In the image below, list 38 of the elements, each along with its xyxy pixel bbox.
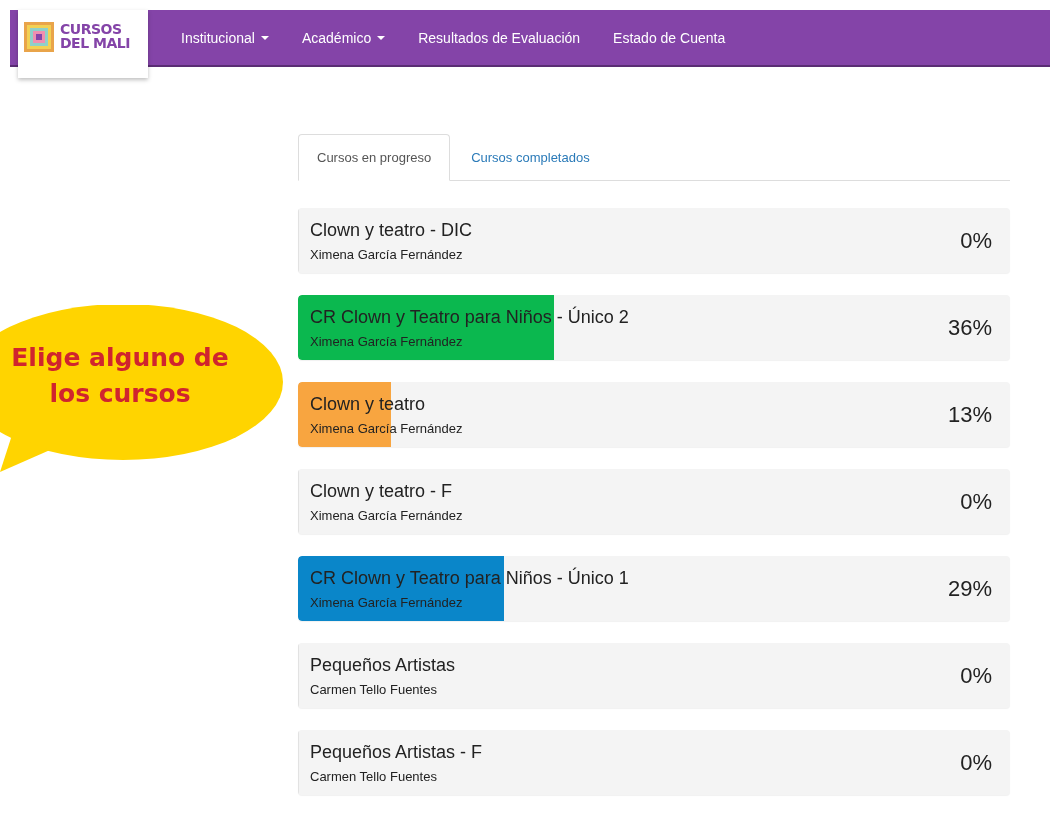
course-progress-bar[interactable]: Pequeños Artistas Carmen Tello Fuentes 0%: [298, 643, 1010, 708]
teacher-name: Carmen Tello Fuentes: [310, 768, 438, 784]
logo-icon: [24, 22, 54, 52]
teacher-name: Carmen Tello Fuentes: [310, 681, 438, 697]
course-title: Clown y teatro - F: [310, 480, 454, 502]
course-progress-bar[interactable]: CR Clown y Teatro para Niños - Único 1 Ximena García Fernández 29%: [298, 556, 1010, 621]
course-title: Clown y teatro - DIC: [310, 219, 473, 241]
progress-percent: 0%: [960, 227, 992, 254]
nav-dropdown[interactable]: Académico: [301, 29, 386, 46]
caret-icon: [260, 35, 269, 40]
tab[interactable]: Cursos en progreso: [298, 134, 451, 181]
logo-text: CURSOS: [60, 22, 123, 36]
progress-percent: 36%: [947, 314, 992, 341]
course-progress-bar[interactable]: Pequeños Artistas - F Carmen Tello Fuentes 0%: [298, 730, 1010, 795]
callout-text: Elige alguno de los cursos: [10, 342, 230, 410]
teacher-name: Ximena García Fernández: [310, 246, 464, 262]
course-progress-bar[interactable]: Clown y teatro - F Ximena García Fernández 0%: [298, 469, 1010, 534]
caret-icon: [377, 35, 386, 40]
nav-link[interactable]: Resultados de Evaluación: [418, 29, 581, 46]
teacher-name: Ximena García Fernández: [310, 594, 464, 610]
progress-percent: 0%: [960, 662, 992, 689]
course-title: CR Clown y Teatro para Niños - Único 1: [310, 567, 629, 589]
progress-percent: 13%: [947, 401, 992, 428]
nav-link[interactable]: Estado de Cuenta: [613, 29, 726, 46]
course-title: CR Clown y Teatro para Niños - Único 2: [310, 306, 629, 328]
progress-percent: 29%: [947, 575, 992, 602]
progress-percent: 0%: [960, 749, 992, 776]
logo-card[interactable]: CURSOS DEL MALI: [18, 10, 148, 78]
progress-percent: 0%: [960, 488, 992, 515]
teacher-name: Ximena García Fernández: [310, 333, 464, 349]
course-title: Pequeños Artistas: [310, 654, 456, 676]
teacher-name: Ximena García Fernández: [310, 507, 463, 523]
course-progress-bar[interactable]: CR Clown y Teatro para Niños - Único 2 Ximena García Fernández 36%: [298, 295, 1010, 360]
course-title: Pequeños Artistas - F: [310, 741, 483, 763]
course-progress-bar[interactable]: Clown y teatro - DIC Ximena García Fernández 0%: [298, 208, 1010, 273]
nav-dropdown[interactable]: Institucional: [181, 29, 269, 46]
tab[interactable]: Cursos completados: [452, 134, 609, 181]
logo-text: DEL MALI: [60, 36, 130, 50]
